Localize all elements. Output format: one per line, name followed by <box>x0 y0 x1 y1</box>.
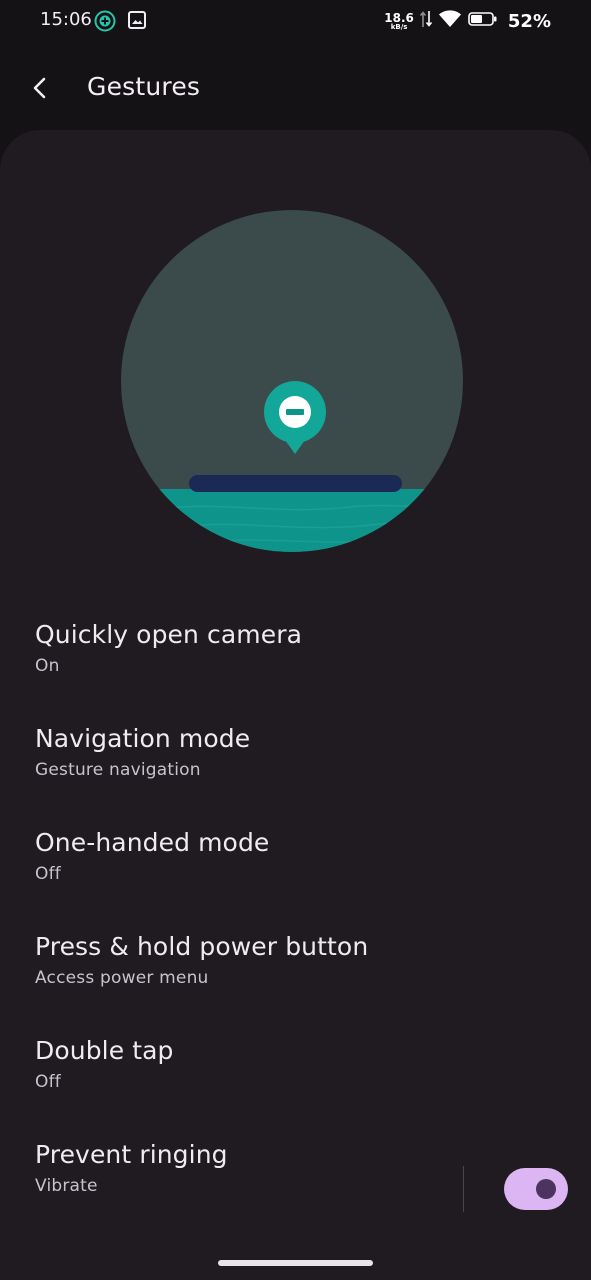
setting-double-tap[interactable]: Double tap Off <box>0 1016 591 1120</box>
status-time: 15:06 <box>40 9 92 30</box>
setting-quickly-open-camera[interactable]: Quickly open camera On <box>0 600 591 704</box>
setting-prevent-ringing[interactable]: Prevent ringing Vibrate <box>0 1120 591 1224</box>
toggle-thumb <box>536 1179 556 1199</box>
chevron-left-icon <box>30 76 50 104</box>
network-speed: 18.6 kB/s <box>384 12 414 31</box>
home-indicator[interactable] <box>218 1260 373 1266</box>
setting-one-handed-mode[interactable]: One-handed mode Off <box>0 808 591 912</box>
status-bar: 15:06 18.6 kB/s 52% <box>0 0 591 42</box>
battery-percent: 52% <box>507 10 551 32</box>
setting-summary: Off <box>35 864 61 884</box>
back-button[interactable] <box>20 70 60 110</box>
battery-icon <box>468 11 498 31</box>
setting-summary: Gesture navigation <box>35 760 201 780</box>
setting-summary: Vibrate <box>35 1176 98 1196</box>
wifi-icon <box>438 9 462 33</box>
gallery-notification-icon <box>127 10 147 34</box>
vpn-shield-icon <box>94 10 116 36</box>
network-speed-unit: kB/s <box>390 22 408 31</box>
setting-press-hold-power-button[interactable]: Press & hold power button Access power m… <box>0 912 591 1016</box>
network-speed-value: 18.6 <box>384 10 414 25</box>
setting-label: Prevent ringing <box>35 1140 228 1169</box>
network-arrows-icon <box>419 9 433 33</box>
settings-list: Quickly open camera On Navigation mode G… <box>0 600 591 1224</box>
gesture-illustration <box>120 209 464 557</box>
setting-label: Navigation mode <box>35 724 251 753</box>
setting-label: One-handed mode <box>35 828 270 857</box>
setting-label: Quickly open camera <box>35 620 303 649</box>
prevent-ringing-toggle[interactable] <box>504 1168 568 1210</box>
status-right-group: 18.6 kB/s 52% <box>384 8 551 34</box>
setting-label: Double tap <box>35 1036 174 1065</box>
setting-navigation-mode[interactable]: Navigation mode Gesture navigation <box>0 704 591 808</box>
vertical-divider <box>463 1166 464 1212</box>
setting-summary: Access power menu <box>35 968 209 988</box>
app-bar: Gestures <box>0 42 591 134</box>
page-title: Gestures <box>87 72 201 101</box>
setting-label: Press & hold power button <box>35 932 369 961</box>
setting-summary: On <box>35 656 60 676</box>
setting-summary: Off <box>35 1072 61 1092</box>
